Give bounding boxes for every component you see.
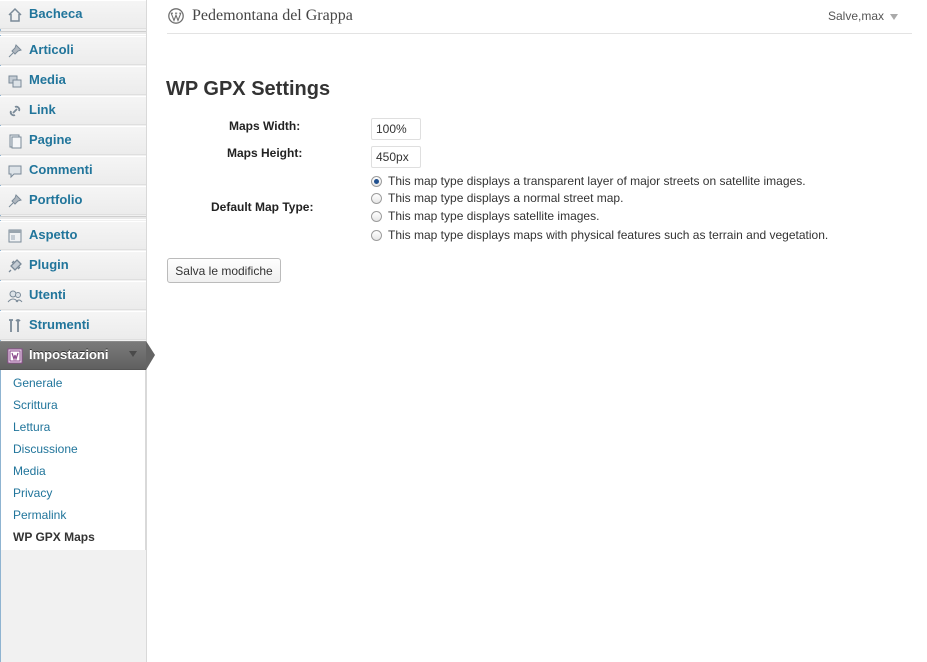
radio-button[interactable] — [371, 210, 382, 222]
menu-item-label: Utenti — [29, 287, 66, 302]
link-icon — [7, 103, 23, 119]
maps-height-input[interactable] — [371, 146, 421, 168]
menu-item-label: Pagine — [29, 132, 72, 147]
menu-item-portfolio[interactable]: Portfolio — [0, 186, 146, 215]
map-type-option-label: This map type displays a transparent lay… — [388, 174, 806, 188]
maps-width-label: Maps Width: — [229, 119, 301, 133]
submenu-item-permalink[interactable]: Permalink — [13, 508, 66, 522]
menu-item-utenti[interactable]: Utenti — [0, 281, 146, 310]
radio-button[interactable] — [371, 229, 382, 241]
map-type-option-label: This map type displays satellite images. — [388, 209, 600, 223]
submenu-item-privacy[interactable]: Privacy — [13, 486, 52, 500]
menu-item-articoli[interactable]: Articoli — [0, 36, 146, 65]
plugin-icon — [7, 258, 23, 274]
menu-separator — [0, 31, 146, 35]
map-type-option[interactable]: This map type displays a transparent lay… — [371, 173, 806, 189]
tools-icon — [7, 318, 23, 334]
submenu-item-scrittura[interactable]: Scrittura — [13, 398, 58, 412]
page-title: WP GPX Settings — [166, 78, 331, 100]
menu-item-label: Link — [29, 102, 56, 117]
submenu-item-media[interactable]: Media — [13, 464, 46, 478]
menu-item-plugin[interactable]: Plugin — [0, 251, 146, 280]
submenu-item-discussione[interactable]: Discussione — [13, 442, 78, 456]
pages-icon — [7, 133, 23, 149]
pushpin-icon — [7, 193, 23, 209]
menu-item-label: Portfolio — [29, 192, 83, 207]
site-title[interactable]: Pedemontana del Grappa — [192, 7, 353, 25]
radio-button[interactable] — [371, 192, 382, 204]
submenu-item-wp-gpx-maps[interactable]: WP GPX Maps — [13, 530, 95, 544]
menu-item-commenti[interactable]: Commenti — [0, 156, 146, 185]
menu-item-label: Commenti — [29, 162, 93, 177]
menu-item-label: Impostazioni — [29, 347, 109, 362]
submenu-item-lettura[interactable]: Lettura — [13, 420, 50, 434]
settings-submenu: Generale Scrittura Lettura Discussione M… — [0, 370, 146, 550]
map-type-option[interactable]: This map type displays satellite images. — [371, 208, 599, 224]
map-type-option-label: This map type displays a normal street m… — [388, 191, 624, 205]
menu-separator — [0, 216, 146, 220]
menu-item-label: Bacheca — [29, 6, 83, 21]
dashboard-icon — [7, 7, 23, 23]
settings-icon — [7, 348, 23, 364]
map-type-option-label: This map type displays maps with physica… — [388, 228, 829, 242]
users-icon — [7, 288, 23, 304]
admin-sidebar: Bacheca Articoli Media Link Pagine Comme… — [0, 0, 147, 662]
chevron-down-icon — [129, 351, 137, 357]
pushpin-icon — [7, 43, 23, 59]
wordpress-logo-icon — [168, 8, 184, 24]
admin-header: Pedemontana del Grappa Salve,max — [167, 0, 912, 34]
maps-height-label: Maps Height: — [227, 146, 303, 160]
menu-item-media[interactable]: Media — [0, 66, 146, 95]
menu-item-label: Articoli — [29, 42, 74, 57]
chevron-down-icon[interactable] — [890, 14, 898, 20]
maps-width-input[interactable] — [371, 118, 421, 140]
map-type-option[interactable]: This map type displays maps with physica… — [371, 227, 828, 243]
appearance-icon — [7, 228, 23, 244]
menu-item-bacheca[interactable]: Bacheca — [0, 0, 146, 29]
menu-item-label: Strumenti — [29, 317, 90, 332]
active-menu-pointer — [146, 341, 155, 370]
media-icon — [7, 73, 23, 89]
map-type-option[interactable]: This map type displays a normal street m… — [371, 190, 623, 206]
comment-icon — [7, 163, 23, 179]
menu-item-impostazioni[interactable]: Impostazioni — [0, 341, 146, 370]
menu-item-strumenti[interactable]: Strumenti — [0, 311, 146, 340]
save-changes-button[interactable]: Salva le modifiche — [167, 258, 281, 283]
submenu-item-generale[interactable]: Generale — [13, 376, 62, 390]
default-map-type-label: Default Map Type: — [211, 200, 314, 214]
menu-item-link[interactable]: Link — [0, 96, 146, 125]
menu-item-label: Media — [29, 72, 66, 87]
menu-item-aspetto[interactable]: Aspetto — [0, 221, 146, 250]
menu-item-pagine[interactable]: Pagine — [0, 126, 146, 155]
radio-button-checked[interactable] — [371, 175, 382, 187]
menu-item-label: Plugin — [29, 257, 69, 272]
menu-item-label: Aspetto — [29, 227, 78, 242]
user-greeting[interactable]: Salve,max — [828, 9, 884, 23]
